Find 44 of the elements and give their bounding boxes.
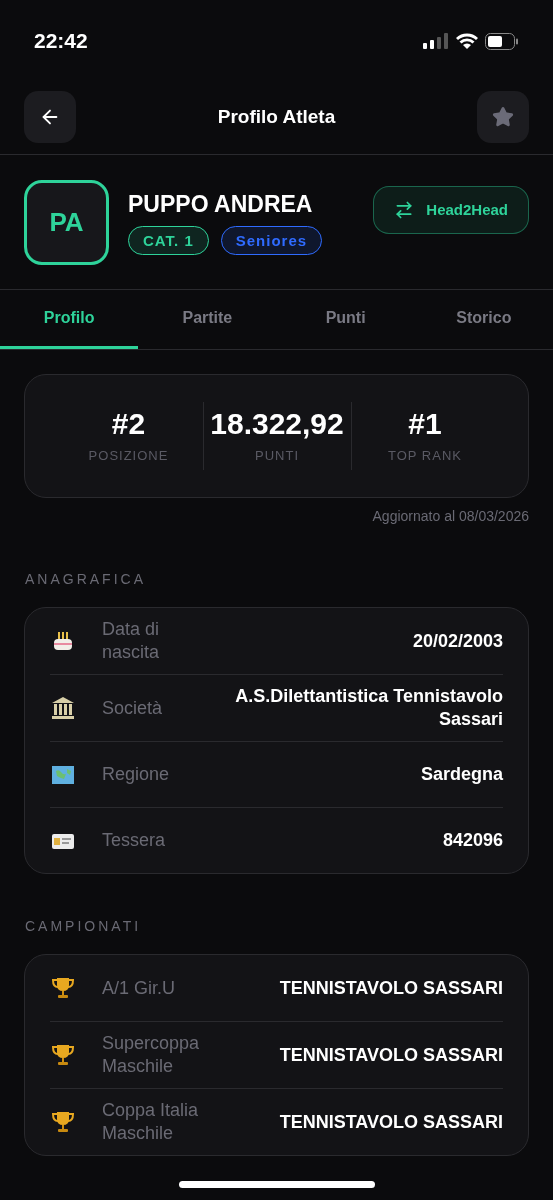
star-icon <box>492 106 514 128</box>
signal-icon <box>423 33 449 49</box>
category-tag: CAT. 1 <box>128 226 209 255</box>
field-label: A/1 Gir.U <box>102 976 177 1000</box>
initials-avatar: PA <box>24 180 109 265</box>
page-title: Profilo Atleta <box>217 104 336 129</box>
field-label: Supercoppa Maschile <box>102 1032 201 1078</box>
section-heading: ANAGRAFICA <box>24 570 147 589</box>
field-value: TENNISTAVOLO SASSARI <box>279 1043 503 1067</box>
trophy-icon <box>50 1042 76 1068</box>
stat-value: #2 <box>111 406 146 443</box>
field-value: 20/02/2003 <box>412 629 503 653</box>
tab[interactable]: Storico <box>414 290 553 349</box>
field-value: 842096 <box>442 829 503 852</box>
stat-value: #1 <box>408 406 442 443</box>
athlete-name: PUPPO ANDREA <box>128 190 314 218</box>
field-value: Sardegna <box>420 763 503 786</box>
wifi-icon <box>456 33 478 49</box>
field-value: TENNISTAVOLO SASSARI <box>279 1110 503 1134</box>
field-label: Coppa Italia Maschile <box>102 1099 200 1145</box>
field-label: Regione <box>102 763 171 786</box>
tab[interactable]: Profilo <box>0 290 139 349</box>
head2head-button[interactable]: Head2Head <box>373 186 529 234</box>
updated-note: Aggiornato al 08/03/2026 <box>372 507 529 526</box>
trophy-icon <box>50 1109 76 1135</box>
field-value: A.S.Dilettantistica Tennistavolo Sassari <box>234 685 503 731</box>
status-time: 22:42 <box>34 28 88 55</box>
trophy-icon <box>50 975 76 1001</box>
stat-label: PUNTI <box>255 447 299 466</box>
favorite-button[interactable] <box>477 91 529 143</box>
field-label: Società <box>102 696 164 720</box>
category-tag: Seniores <box>220 226 323 255</box>
stat-value: 18.322,92 <box>210 406 344 443</box>
building-icon <box>50 695 76 721</box>
section-heading: CAMPIONATI <box>24 917 143 936</box>
field-label: Tessera <box>102 829 167 852</box>
field-label: Data di nascita <box>102 618 161 664</box>
back-button[interactable] <box>24 91 76 143</box>
tab[interactable]: Partite <box>138 290 277 349</box>
stat-label: POSIZIONE <box>88 447 169 466</box>
stat-label: TOP RANK <box>388 447 462 466</box>
battery-icon <box>485 32 519 50</box>
field-value: TENNISTAVOLO SASSARI <box>279 976 503 1000</box>
tab[interactable]: Punti <box>276 290 415 349</box>
